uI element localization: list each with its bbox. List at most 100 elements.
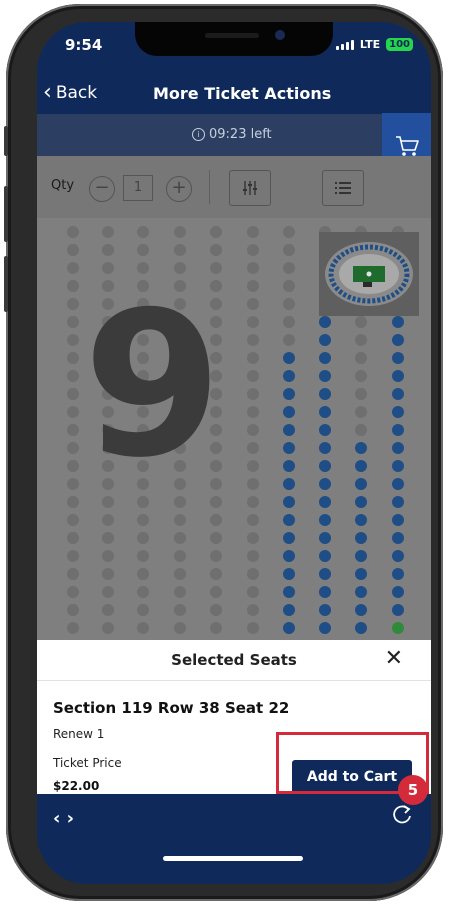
seat-available[interactable]	[319, 604, 331, 616]
seat-available[interactable]	[392, 550, 404, 562]
seat-available[interactable]	[319, 334, 331, 346]
seat-map[interactable]: Qty − 1 + 9	[37, 156, 431, 640]
back-button[interactable]: ‹ Back	[43, 82, 97, 104]
seat-unavailable	[210, 550, 222, 562]
seat-unavailable	[283, 334, 295, 346]
seat-available[interactable]	[283, 442, 295, 454]
seat-unavailable	[67, 424, 79, 436]
seat-available[interactable]	[392, 316, 404, 328]
seat-available[interactable]	[392, 406, 404, 418]
seat-available[interactable]	[392, 370, 404, 382]
seat-available[interactable]	[283, 460, 295, 472]
seat-available[interactable]	[392, 496, 404, 508]
seat-available[interactable]	[319, 388, 331, 400]
refresh-button[interactable]	[391, 804, 413, 830]
seat-available[interactable]	[283, 478, 295, 490]
seat-available[interactable]	[355, 622, 367, 634]
seat-available[interactable]	[319, 316, 331, 328]
seat-unavailable	[355, 316, 367, 328]
seat-available[interactable]	[319, 532, 331, 544]
cart-icon	[395, 136, 419, 156]
qty-value[interactable]: 1	[123, 175, 153, 201]
seat-available[interactable]	[355, 604, 367, 616]
seat-available[interactable]	[283, 622, 295, 634]
seat-unavailable	[174, 586, 186, 598]
seat-available[interactable]	[283, 352, 295, 364]
seat-available[interactable]	[283, 586, 295, 598]
seat-available[interactable]	[355, 442, 367, 454]
seat-available[interactable]	[355, 568, 367, 580]
seat-available[interactable]	[319, 586, 331, 598]
seat-available[interactable]	[355, 478, 367, 490]
seat-unavailable	[137, 514, 149, 526]
seat-unavailable	[137, 568, 149, 580]
seat-available[interactable]	[392, 478, 404, 490]
seat-available[interactable]	[355, 460, 367, 472]
seat-available[interactable]	[319, 460, 331, 472]
seat-available[interactable]	[355, 586, 367, 598]
seat-available[interactable]	[319, 550, 331, 562]
seat-available[interactable]	[392, 424, 404, 436]
seat-unavailable	[137, 532, 149, 544]
seat-available[interactable]	[319, 442, 331, 454]
code-icon[interactable]: ‹ ›	[53, 808, 74, 829]
seat-available[interactable]	[392, 388, 404, 400]
seat-unavailable	[174, 604, 186, 616]
seat-available[interactable]	[319, 514, 331, 526]
seat-unavailable	[247, 226, 259, 238]
seat-available[interactable]	[283, 406, 295, 418]
back-chevron-icon: ‹	[43, 80, 52, 105]
seat-unavailable	[174, 514, 186, 526]
volume-up-button	[4, 186, 8, 242]
seat-available[interactable]	[355, 514, 367, 526]
seat-available[interactable]	[392, 586, 404, 598]
seat-unavailable	[283, 298, 295, 310]
stadium-minimap[interactable]	[319, 232, 419, 316]
seat-unavailable	[67, 478, 79, 490]
seat-available[interactable]	[392, 442, 404, 454]
seat-unavailable	[247, 298, 259, 310]
refresh-icon	[393, 805, 411, 824]
seat-available[interactable]	[283, 532, 295, 544]
seat-available[interactable]	[355, 496, 367, 508]
filter-button[interactable]	[229, 170, 271, 206]
seat-available[interactable]	[283, 550, 295, 562]
seat-available[interactable]	[319, 568, 331, 580]
seat-available[interactable]	[392, 334, 404, 346]
seat-available[interactable]	[283, 388, 295, 400]
seat-available[interactable]	[392, 604, 404, 616]
seat-unavailable	[210, 514, 222, 526]
seat-unavailable	[67, 550, 79, 562]
seat-available[interactable]	[392, 352, 404, 364]
list-view-button[interactable]	[322, 170, 364, 206]
seat-available[interactable]	[319, 622, 331, 634]
seat-available[interactable]	[283, 568, 295, 580]
seat-available[interactable]	[392, 568, 404, 580]
qty-increase-button[interactable]: +	[166, 176, 192, 202]
seat-available[interactable]	[283, 370, 295, 382]
seat-available[interactable]	[319, 496, 331, 508]
seat-available[interactable]	[392, 532, 404, 544]
seat-available[interactable]	[392, 460, 404, 472]
seat-available[interactable]	[319, 478, 331, 490]
seat-available[interactable]	[283, 514, 295, 526]
seat-available[interactable]	[319, 406, 331, 418]
seat-available[interactable]	[319, 370, 331, 382]
seat-available[interactable]	[319, 424, 331, 436]
seat-unavailable	[67, 316, 79, 328]
seat-available[interactable]	[355, 550, 367, 562]
seat-available[interactable]	[319, 352, 331, 364]
seat-available[interactable]	[392, 514, 404, 526]
close-icon[interactable]: ✕	[385, 646, 403, 671]
seat-unavailable	[67, 370, 79, 382]
ticket-price-label: Ticket Price	[53, 756, 122, 770]
seat-available[interactable]	[283, 604, 295, 616]
qty-decrease-button[interactable]: −	[89, 176, 115, 202]
seat-unavailable	[102, 622, 114, 634]
seat-unavailable	[67, 406, 79, 418]
seat-available[interactable]	[283, 424, 295, 436]
seat-unavailable	[174, 550, 186, 562]
seat-selected[interactable]	[392, 622, 404, 634]
seat-available[interactable]	[355, 532, 367, 544]
seat-available[interactable]	[283, 496, 295, 508]
